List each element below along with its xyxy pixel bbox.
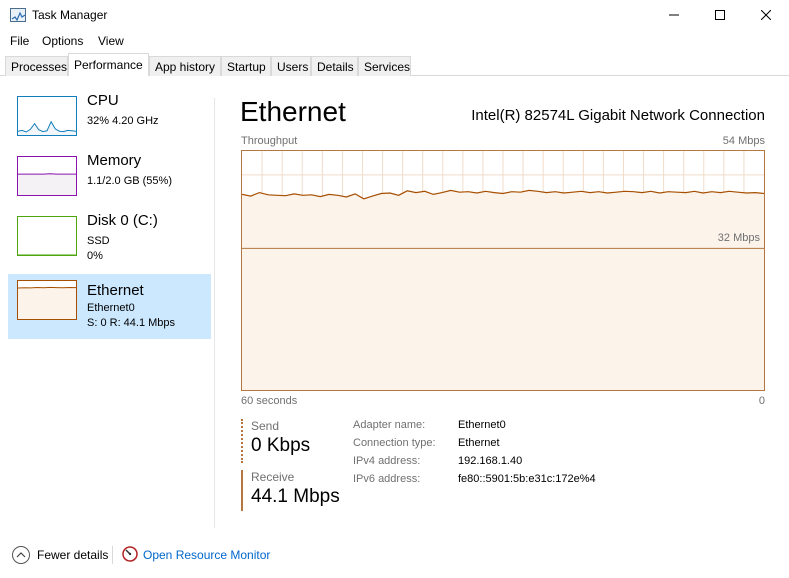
sidebar-divider (214, 98, 215, 528)
prop-key: Connection type: (353, 437, 436, 449)
sidebar-ethernet-title: Ethernet (87, 282, 144, 299)
minimize-icon (669, 14, 679, 16)
fewer-details-button[interactable]: Fewer details (37, 548, 108, 562)
throughput-label: Throughput (241, 135, 298, 147)
title-bar[interactable]: Task Manager (0, 0, 789, 30)
sidebar-ethernet-adapter: Ethernet0 (87, 302, 135, 314)
open-resource-monitor-link[interactable]: Open Resource Monitor (143, 548, 270, 562)
tab-startup[interactable]: Startup (221, 56, 271, 76)
tab-bar: Processes Performance App history Startu… (0, 53, 789, 77)
ethernet-thumbnail-graph (17, 286, 77, 319)
thumbnail-line (17, 286, 77, 289)
ethernet-thumbnail (17, 280, 77, 320)
footer-separator (112, 546, 113, 564)
memory-thumbnail (17, 156, 77, 196)
window-title: Task Manager (32, 8, 108, 22)
tab-processes[interactable]: Processes (5, 56, 68, 76)
tab-services[interactable]: Services (358, 56, 411, 76)
sidebar-item-disk[interactable]: Disk 0 (C:) SSD 0% (8, 210, 211, 274)
task-manager-icon (10, 8, 26, 22)
receive-value: 44.1 Mbps (251, 486, 340, 507)
thumbnail-area (18, 287, 76, 319)
close-icon (761, 10, 771, 20)
sidebar-item-ethernet[interactable]: Ethernet Ethernet0 S: 0 R: 44.1 Mbps (8, 274, 211, 339)
prop-value: fe80::5901:5b:e31c:172e%4 (458, 473, 596, 485)
receive-label: Receive (251, 470, 295, 484)
sidebar-item-memory[interactable]: Memory 1.1/2.0 GB (55%) (8, 150, 211, 214)
chevron-up-circle-icon[interactable] (12, 546, 30, 564)
footer-bar: Fewer details Open Resource Monitor (0, 538, 789, 578)
prop-key: IPv6 address: (353, 473, 421, 485)
sidebar-item-cpu[interactable]: CPU 32% 4.20 GHz (8, 90, 211, 154)
sidebar-memory-usage: 1.1/2.0 GB (55%) (87, 175, 172, 187)
prop-value: Ethernet0 (458, 419, 506, 431)
thumbnail-area (18, 173, 76, 195)
disk-thumbnail-graph (18, 254, 76, 256)
sidebar-ethernet-rate: S: 0 R: 44.1 Mbps (87, 317, 176, 329)
thumbnail-line (17, 120, 77, 133)
maximize-icon (715, 10, 725, 20)
throughput-area (242, 190, 764, 390)
sidebar-disk-type: SSD (87, 235, 110, 247)
menu-bar: File Options View (0, 30, 789, 52)
adapter-description: Intel(R) 82574L Gigabit Network Connecti… (471, 107, 765, 124)
tab-details[interactable]: Details (311, 56, 358, 76)
throughput-graph (241, 150, 765, 391)
cpu-thumbnail-graph (17, 120, 77, 135)
send-stat: Send 0 Kbps (241, 419, 310, 463)
sidebar-memory-title: Memory (87, 152, 142, 169)
maximize-button[interactable] (697, 0, 743, 30)
minimize-button[interactable] (651, 0, 697, 30)
resource-monitor-icon[interactable] (122, 546, 138, 562)
graph-zero-label: 0 (758, 395, 765, 407)
sidebar-cpu-usage: 32% 4.20 GHz (87, 115, 159, 127)
prop-value: 192.168.1.40 (458, 455, 523, 467)
page-title: Ethernet (240, 96, 346, 127)
menu-options[interactable]: Options (42, 34, 83, 48)
disk-thumbnail (17, 216, 77, 256)
tab-performance[interactable]: Performance (68, 53, 149, 77)
memory-thumbnail-graph (18, 173, 76, 195)
menu-view[interactable]: View (98, 34, 124, 48)
cpu-thumbnail (17, 96, 77, 136)
graph-time-label: 60 seconds (241, 395, 298, 407)
sidebar-disk-usage: 0% (87, 250, 103, 262)
graph-max-label: 54 Mbps (722, 135, 765, 147)
thumbnail-area (18, 121, 76, 135)
prop-value: Ethernet (458, 437, 500, 449)
send-value: 0 Kbps (251, 435, 311, 456)
sidebar-cpu-title: CPU (87, 92, 119, 109)
prop-key: IPv4 address: (353, 455, 421, 467)
prop-key: Adapter name: (353, 419, 426, 431)
sidebar-disk-title: Disk 0 (C:) (87, 212, 158, 229)
tab-users[interactable]: Users (271, 56, 311, 76)
menu-file[interactable]: File (10, 34, 29, 48)
receive-stat: Receive 44.1 Mbps (241, 470, 340, 511)
throughput-chart (242, 151, 764, 390)
send-label: Send (251, 419, 280, 433)
close-button[interactable] (743, 0, 789, 30)
graph-mid-label: 32 Mbps (717, 232, 760, 244)
tab-app-history[interactable]: App history (149, 56, 221, 76)
